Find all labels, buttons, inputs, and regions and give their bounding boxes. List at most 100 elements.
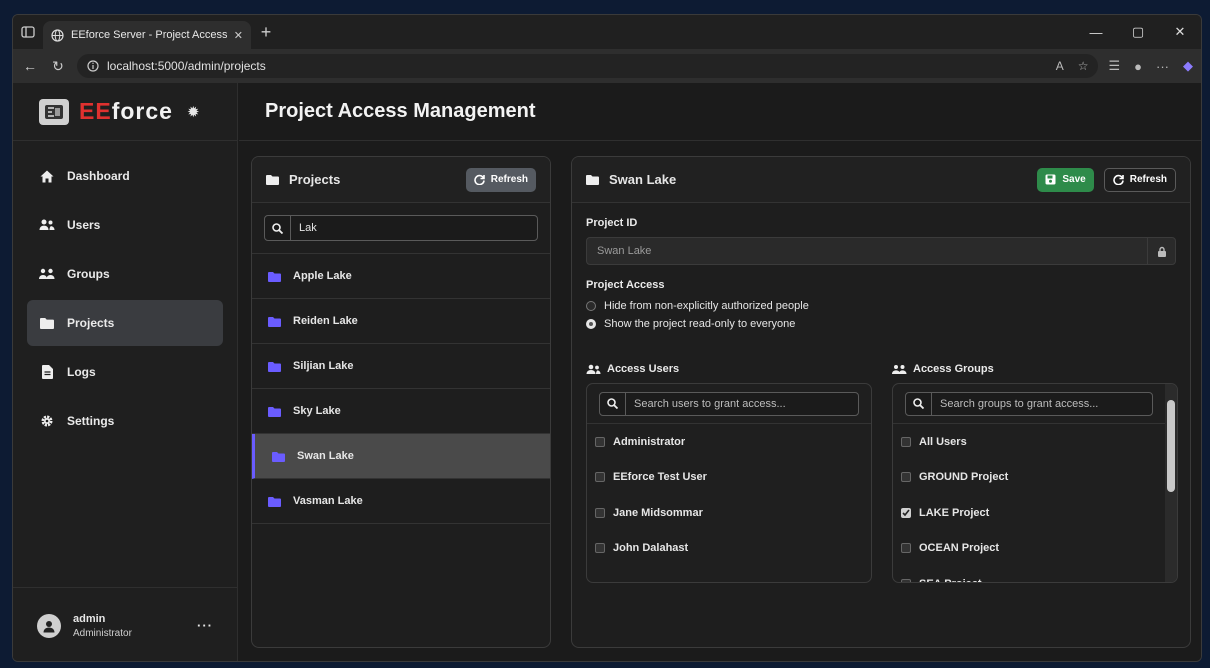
back-icon[interactable]: ← (21, 58, 39, 74)
groups-icon (892, 364, 907, 374)
favorites-icon[interactable]: ☰ (1108, 58, 1120, 74)
profile-icon[interactable]: ● (1134, 59, 1142, 74)
sidebar-item-label: Logs (67, 365, 96, 379)
groups-scrollbar[interactable] (1165, 384, 1177, 582)
sidebar-item-label: Projects (67, 316, 115, 330)
checkbox[interactable] (901, 436, 911, 447)
tab-actions-icon[interactable] (13, 15, 43, 49)
project-search-input[interactable] (291, 222, 537, 234)
projects-panel: Projects Refresh Apple Lake Reiden Lake Si… (251, 156, 551, 648)
access-option-label: Show the project read-only to everyone (604, 318, 796, 330)
checkbox[interactable] (901, 543, 911, 554)
sidebar-item-label: Groups (67, 267, 110, 281)
projects-refresh-button[interactable]: Refresh (465, 167, 536, 192)
checkbox[interactable] (901, 472, 911, 483)
file-icon (39, 365, 55, 379)
project-id-value: Swan Lake (597, 245, 652, 257)
user-menu-icon[interactable]: ··· (197, 618, 213, 633)
gear-icon[interactable]: ✹ (187, 103, 200, 121)
access-users-box: Administrator EEforce Test User Jane Midso… (586, 383, 872, 583)
list-item[interactable]: Jane Midsommar (587, 495, 871, 531)
project-search (264, 215, 538, 241)
access-option[interactable]: Hide from non-explicitly authorized peop… (586, 297, 1176, 315)
list-item[interactable]: EEforce Test User (587, 460, 871, 496)
folder-icon (268, 406, 281, 417)
sidebar-menu: Dashboard Users Groups Projects Logs Settings (13, 141, 237, 459)
list-item[interactable]: Administrator (587, 424, 871, 460)
checkbox[interactable] (595, 472, 605, 483)
radio-button[interactable] (586, 301, 596, 311)
project-access-label: Project Access (586, 279, 665, 291)
list-item[interactable]: OCEAN Project (893, 531, 1177, 567)
tab-strip: EEforce Server - Project Access M ✕ + — … (13, 15, 1201, 49)
close-window-icon[interactable]: ✕ (1159, 24, 1201, 40)
radio-button[interactable] (586, 319, 596, 329)
read-aloud-icon[interactable]: A (1056, 59, 1064, 73)
reload-icon[interactable]: ↻ (49, 58, 67, 75)
detail-refresh-button[interactable]: Refresh (1103, 167, 1176, 192)
folder-icon (268, 496, 281, 507)
more-icon[interactable]: ··· (1156, 59, 1169, 74)
folder-icon (39, 317, 55, 329)
groups-search-input[interactable] (932, 397, 1152, 410)
copilot-icon[interactable]: ◆ (1183, 58, 1193, 74)
minimize-icon[interactable]: — (1075, 25, 1117, 40)
list-item[interactable]: Vasman Lake (252, 479, 550, 524)
checkbox-label: All Users (919, 435, 967, 448)
list-item[interactable]: Apple Lake (252, 254, 550, 299)
checkbox[interactable] (901, 507, 911, 518)
sidebar-item-dashboard[interactable]: Dashboard (27, 153, 223, 199)
users-search-input[interactable] (626, 397, 858, 410)
list-item[interactable]: LAKE Project (893, 495, 1177, 531)
folder-icon (586, 175, 599, 185)
access-groups-title: Access Groups (913, 363, 994, 375)
info-icon (87, 60, 99, 72)
list-item[interactable]: All Users (893, 424, 1177, 460)
checkbox-label: John Dalahast (613, 542, 689, 555)
groups-search (905, 391, 1153, 416)
users-icon (586, 364, 601, 374)
list-item[interactable]: Siljian Lake (252, 344, 550, 389)
maximize-icon[interactable]: ▢ (1117, 24, 1159, 40)
access-radio-group: Hide from non-explicitly authorized peop… (586, 297, 1176, 333)
project-name: Vasman Lake (293, 495, 363, 507)
app: EEforce ✹ Dashboard Users Groups Projects Lo… (13, 83, 1201, 661)
gear-icon (39, 414, 55, 428)
project-list: Apple Lake Reiden Lake Siljian Lake Sky Lak… (252, 254, 550, 524)
groups-scrollbar-thumb[interactable] (1167, 400, 1175, 492)
page-title: Project Access Management (239, 83, 1201, 141)
checkbox-label: Administrator (613, 435, 686, 448)
favorite-star-icon[interactable]: ☆ (1078, 59, 1089, 73)
checkbox[interactable] (595, 543, 605, 554)
groups-list: All Users GROUND Project LAKE Project OCEAN… (893, 424, 1177, 582)
checkbox[interactable] (595, 436, 605, 447)
access-users-heading: Access Users (586, 363, 679, 375)
checkbox[interactable] (595, 507, 605, 518)
list-item[interactable]: SEA Project (893, 566, 1177, 582)
logo: EEforce ✹ (13, 83, 237, 141)
user-box[interactable]: admin Administrator ··· (13, 587, 237, 661)
access-option[interactable]: Show the project read-only to everyone (586, 315, 1176, 333)
logo-icon (39, 98, 69, 125)
save-button[interactable]: Save (1037, 167, 1094, 192)
url-field[interactable]: localhost:5000/admin/projects A ☆ (77, 54, 1099, 78)
list-item[interactable]: John Dalahast (587, 531, 871, 567)
sidebar-item-label: Users (67, 218, 101, 232)
list-item[interactable]: Swan Lake (252, 434, 550, 479)
tab-close-icon[interactable]: ✕ (234, 29, 243, 42)
list-item[interactable]: Reiden Lake (252, 299, 550, 344)
list-item[interactable]: Sky Lake (252, 389, 550, 434)
sidebar-item-label: Dashboard (67, 169, 130, 183)
folder-icon (272, 451, 285, 462)
sidebar-item-projects[interactable]: Projects (27, 300, 223, 346)
browser-tab[interactable]: EEforce Server - Project Access M ✕ (43, 21, 251, 49)
sidebar-item-settings[interactable]: Settings (27, 398, 223, 444)
new-tab-button[interactable]: + (251, 15, 281, 49)
list-item[interactable]: GROUND Project (893, 460, 1177, 496)
refresh-icon (473, 174, 485, 185)
sidebar-item-users[interactable]: Users (27, 202, 223, 248)
checkbox[interactable] (901, 578, 911, 582)
sidebar-item-groups[interactable]: Groups (27, 251, 223, 297)
checkbox-label: OCEAN Project (919, 542, 1000, 555)
sidebar-item-logs[interactable]: Logs (27, 349, 223, 395)
